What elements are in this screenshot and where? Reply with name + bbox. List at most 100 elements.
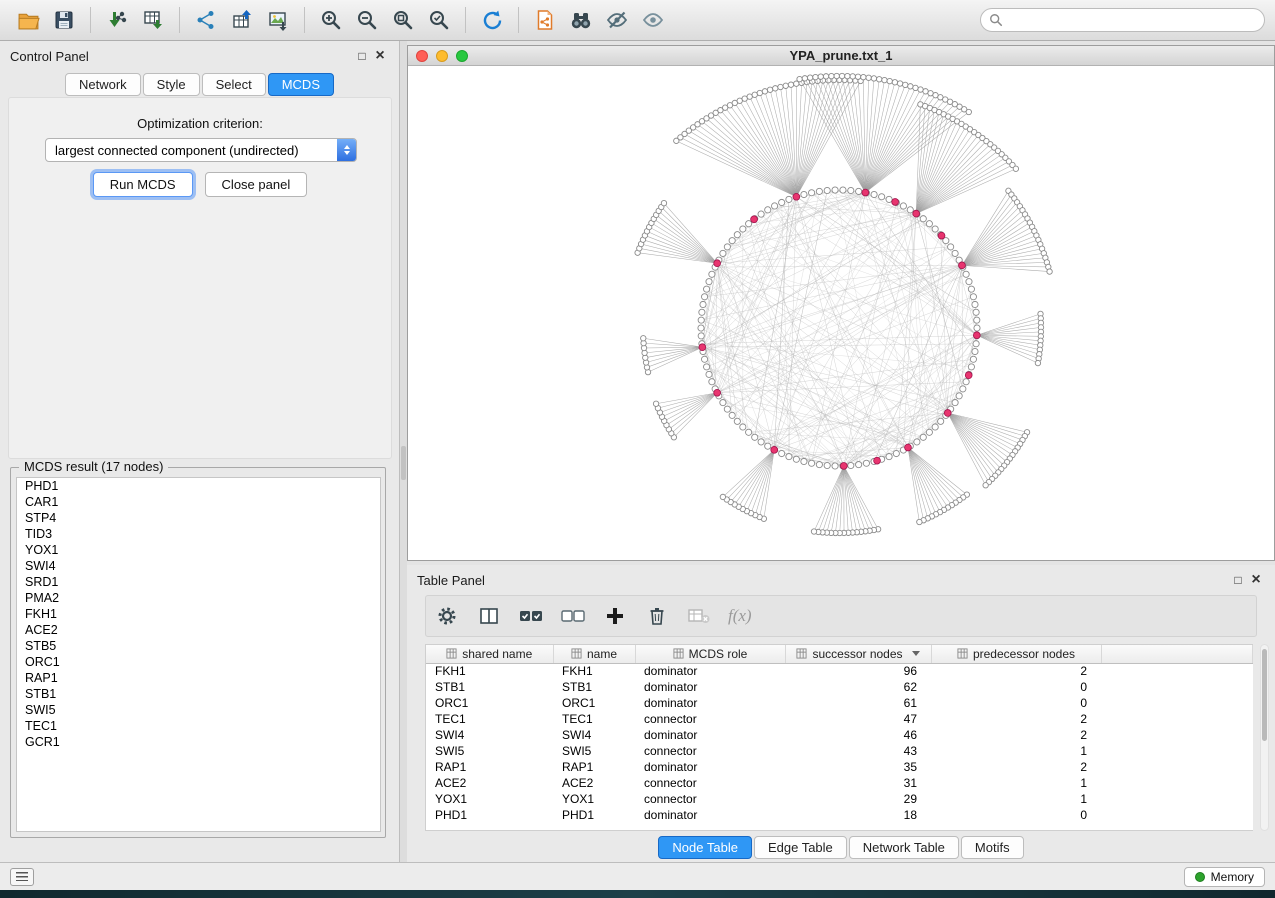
application-window: Control Panel □ × Network Style Select M… bbox=[0, 0, 1275, 890]
network-view-title: YPA_prune.txt_1 bbox=[408, 48, 1274, 63]
column-header-name[interactable]: name bbox=[553, 645, 635, 663]
mcds-list-item[interactable]: STB1 bbox=[17, 686, 380, 702]
create-column-icon[interactable] bbox=[602, 603, 628, 629]
table-row[interactable]: YOX1YOX1connector291 bbox=[426, 791, 1253, 807]
show-all-icon[interactable] bbox=[635, 3, 671, 37]
search-input[interactable] bbox=[1009, 13, 1256, 27]
tab-motifs[interactable]: Motifs bbox=[961, 836, 1024, 859]
column-header-mcds-role[interactable]: MCDS role bbox=[635, 645, 785, 663]
memory-label: Memory bbox=[1211, 870, 1254, 884]
close-panel-button[interactable]: Close panel bbox=[205, 172, 308, 197]
open-folder-icon[interactable] bbox=[10, 3, 46, 37]
mcds-list-item[interactable]: STB5 bbox=[17, 638, 380, 654]
criterion-select[interactable]: largest connected component (undirected) bbox=[45, 138, 357, 162]
run-mcds-button[interactable]: Run MCDS bbox=[93, 172, 193, 197]
search-box[interactable] bbox=[980, 8, 1265, 32]
mcds-list-item[interactable]: STP4 bbox=[17, 510, 380, 526]
column-header-predecessor-nodes[interactable]: predecessor nodes bbox=[931, 645, 1101, 663]
zoom-fit-icon[interactable] bbox=[385, 3, 421, 37]
toolbar-separator bbox=[90, 7, 91, 33]
splitter-handle-icon[interactable] bbox=[401, 446, 406, 480]
float-panel-icon[interactable]: □ bbox=[353, 49, 371, 63]
tab-network[interactable]: Network bbox=[65, 73, 141, 96]
show-column-icon[interactable] bbox=[476, 603, 502, 629]
mcds-result-groupbox: MCDS result (17 nodes) PHD1CAR1STP4TID3Y… bbox=[10, 467, 386, 838]
tab-mcds[interactable]: MCDS bbox=[268, 73, 334, 96]
tab-node-table[interactable]: Node Table bbox=[658, 836, 752, 859]
network-canvas[interactable] bbox=[408, 66, 1274, 560]
main-toolbar bbox=[0, 0, 1275, 41]
sort-chevron-down-icon[interactable] bbox=[912, 651, 920, 656]
table-row[interactable]: SWI4SWI4dominator462 bbox=[426, 727, 1253, 743]
tab-edge-table[interactable]: Edge Table bbox=[754, 836, 847, 859]
mcds-result-list[interactable]: PHD1CAR1STP4TID3YOX1SWI4SRD1PMA2FKH1ACE2… bbox=[16, 477, 381, 832]
mcds-list-item[interactable]: PMA2 bbox=[17, 590, 380, 606]
mcds-list-item[interactable]: TID3 bbox=[17, 526, 380, 542]
tab-style[interactable]: Style bbox=[143, 73, 200, 96]
status-bar: Memory bbox=[0, 862, 1275, 890]
unselect-all-columns-icon[interactable] bbox=[560, 603, 586, 629]
table-scrollbar[interactable] bbox=[1260, 644, 1269, 831]
close-table-panel-icon[interactable]: × bbox=[1247, 571, 1265, 589]
select-all-columns-icon[interactable] bbox=[518, 603, 544, 629]
mcds-list-item[interactable]: SWI5 bbox=[17, 702, 380, 718]
fx-label: f(x) bbox=[728, 606, 752, 626]
network-view-titlebar[interactable]: YPA_prune.txt_1 bbox=[408, 46, 1274, 66]
table-settings-gear-icon[interactable] bbox=[434, 603, 460, 629]
export-web-icon[interactable] bbox=[527, 3, 563, 37]
node-table-body: FKH1FKH1dominator962STB1STB1dominator620… bbox=[426, 663, 1253, 823]
table-row[interactable]: PHD1PHD1dominator180 bbox=[426, 807, 1253, 823]
close-panel-icon[interactable]: × bbox=[371, 47, 389, 65]
save-icon[interactable] bbox=[46, 3, 82, 37]
mcds-list-item[interactable]: GCR1 bbox=[17, 734, 380, 750]
table-row[interactable]: FKH1FKH1dominator962 bbox=[426, 663, 1253, 679]
zoom-in-icon[interactable] bbox=[313, 3, 349, 37]
zoom-out-icon[interactable] bbox=[349, 3, 385, 37]
table-row[interactable]: SWI5SWI5connector431 bbox=[426, 743, 1253, 759]
import-network-icon[interactable] bbox=[99, 3, 135, 37]
table-header-row: shared name name MCDS role successor nod… bbox=[426, 645, 1253, 663]
function-builder-icon[interactable]: f(x) bbox=[728, 603, 752, 629]
scrollbar-thumb[interactable] bbox=[1262, 649, 1267, 741]
refresh-icon[interactable] bbox=[474, 3, 510, 37]
import-table-icon[interactable] bbox=[135, 3, 171, 37]
table-row[interactable]: TEC1TEC1connector472 bbox=[426, 711, 1253, 727]
export-network-icon[interactable] bbox=[188, 3, 224, 37]
panel-splitter[interactable] bbox=[400, 41, 407, 862]
table-panel-title: Table Panel bbox=[417, 573, 485, 588]
export-image-icon[interactable] bbox=[260, 3, 296, 37]
mcds-list-item[interactable]: YOX1 bbox=[17, 542, 380, 558]
delete-column-icon[interactable] bbox=[644, 603, 670, 629]
mcds-list-item[interactable]: FKH1 bbox=[17, 606, 380, 622]
mcds-list-item[interactable]: ORC1 bbox=[17, 654, 380, 670]
table-row[interactable]: ACE2ACE2connector311 bbox=[426, 775, 1253, 791]
mcds-list-item[interactable]: PHD1 bbox=[17, 478, 380, 494]
mcds-list-item[interactable]: TEC1 bbox=[17, 718, 380, 734]
table-row[interactable]: STB1STB1dominator620 bbox=[426, 679, 1253, 695]
toolbar-separator bbox=[465, 7, 466, 33]
column-header-shared-name[interactable]: shared name bbox=[426, 645, 553, 663]
column-header-successor-nodes[interactable]: successor nodes bbox=[785, 645, 931, 663]
column-type-icon bbox=[796, 648, 807, 659]
mcds-list-item[interactable]: SRD1 bbox=[17, 574, 380, 590]
toolbar-separator bbox=[304, 7, 305, 33]
memory-status-icon bbox=[1195, 872, 1205, 882]
hide-selected-icon[interactable] bbox=[599, 3, 635, 37]
mcds-list-item[interactable]: CAR1 bbox=[17, 494, 380, 510]
float-table-panel-icon[interactable]: □ bbox=[1229, 573, 1247, 587]
select-stepper-icon bbox=[337, 139, 356, 161]
mcds-list-item[interactable]: ACE2 bbox=[17, 622, 380, 638]
mcds-list-item[interactable]: SWI4 bbox=[17, 558, 380, 574]
mcds-list-item[interactable]: RAP1 bbox=[17, 670, 380, 686]
find-icon[interactable] bbox=[563, 3, 599, 37]
node-table: shared name name MCDS role successor nod… bbox=[425, 644, 1253, 831]
clear-table-icon[interactable] bbox=[686, 603, 712, 629]
zoom-selected-icon[interactable] bbox=[421, 3, 457, 37]
table-row[interactable]: ORC1ORC1dominator610 bbox=[426, 695, 1253, 711]
status-menu-icon[interactable] bbox=[10, 868, 34, 886]
tab-select[interactable]: Select bbox=[202, 73, 266, 96]
tab-network-table[interactable]: Network Table bbox=[849, 836, 959, 859]
table-row[interactable]: RAP1RAP1dominator352 bbox=[426, 759, 1253, 775]
export-table-icon[interactable] bbox=[224, 3, 260, 37]
memory-button[interactable]: Memory bbox=[1184, 867, 1265, 887]
